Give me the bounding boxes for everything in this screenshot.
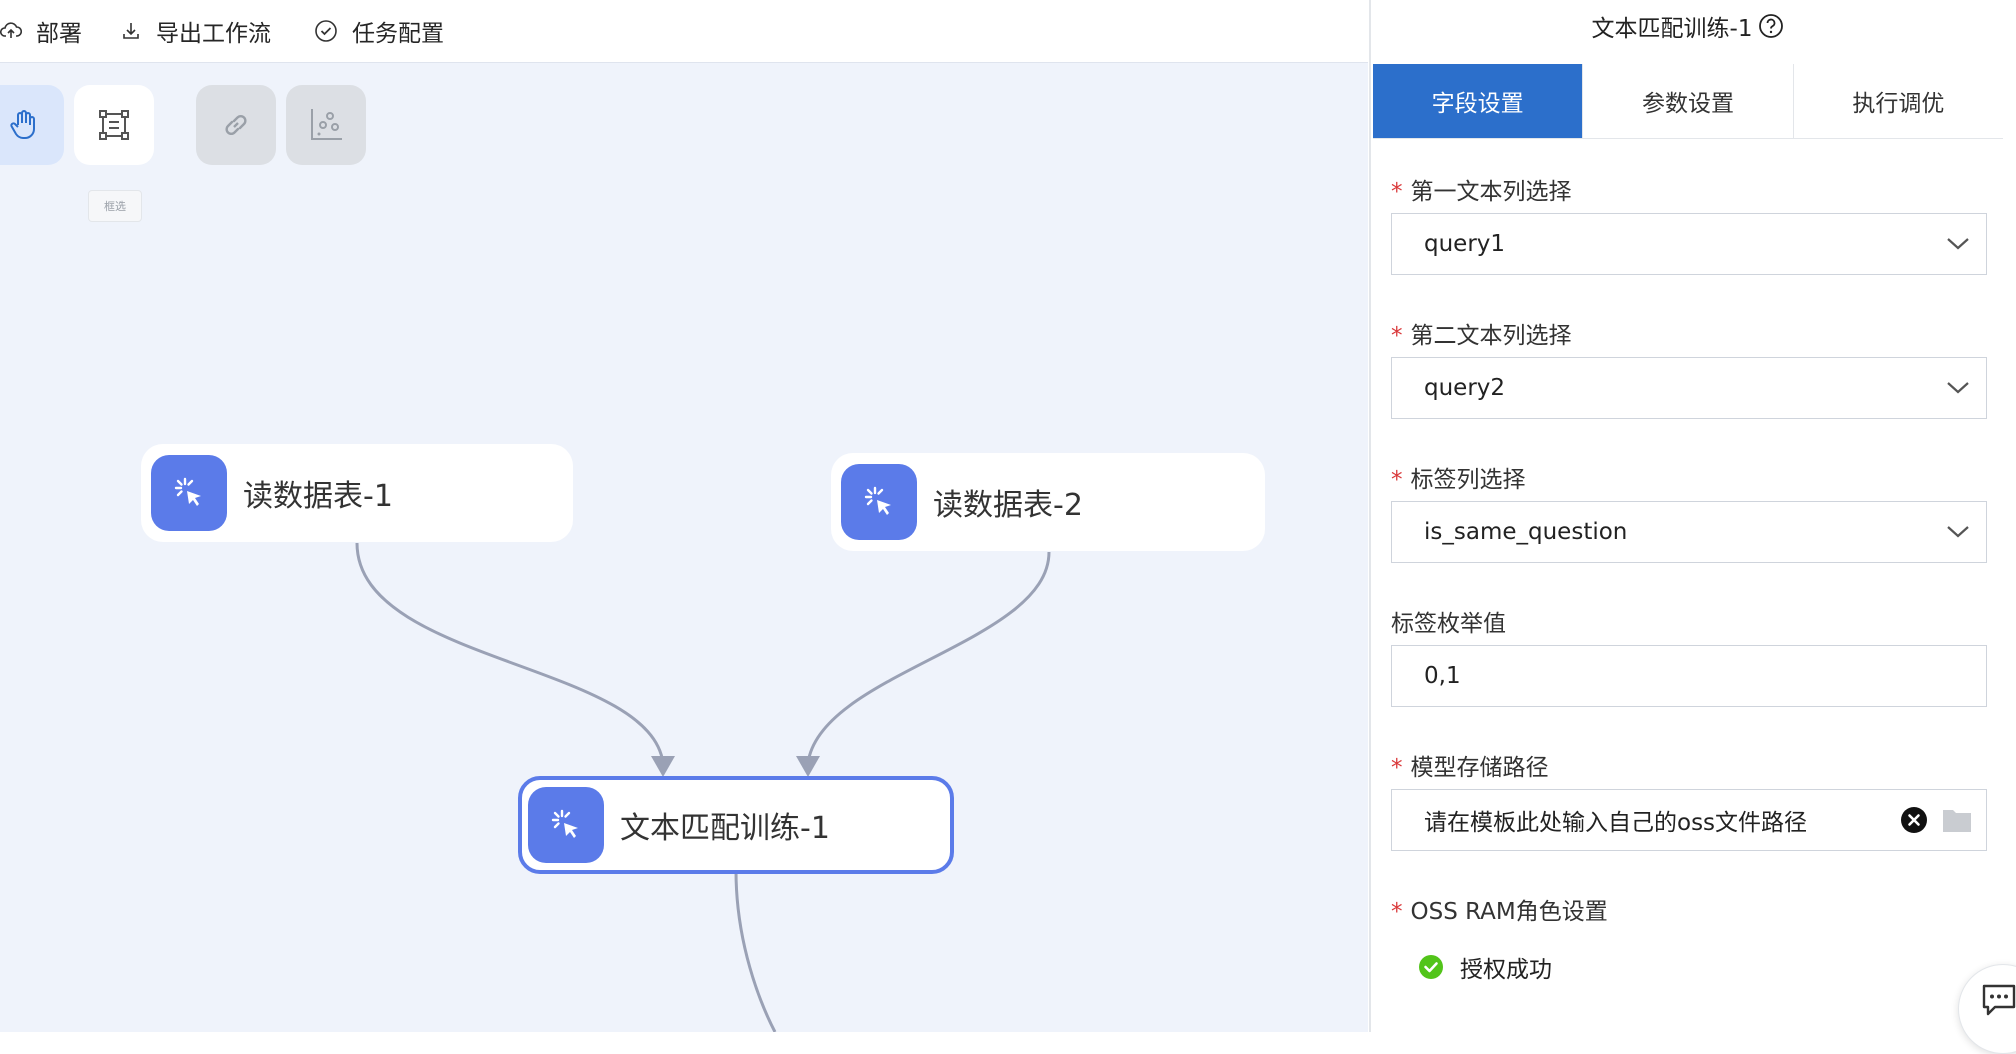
label-enum-label: 标签枚举值 <box>1391 611 1506 637</box>
chevron-down-icon <box>1946 525 1970 539</box>
task-config-label: 任务配置 <box>352 21 444 47</box>
cloud-upload-icon <box>0 20 22 42</box>
marquee-tooltip: 框选 <box>88 190 142 222</box>
label-column-label: * 标签列选择 <box>1391 467 1526 493</box>
edge-train-output <box>734 870 777 1032</box>
check-circle-icon <box>314 19 338 43</box>
hand-icon <box>6 107 42 143</box>
cursor-click-icon <box>528 787 604 863</box>
deploy-label: 部署 <box>36 21 82 47</box>
node-text-match-train-1[interactable]: 文本匹配训练-1 <box>518 776 954 874</box>
link-tool-button[interactable] <box>196 85 276 165</box>
top-toolbar: 部署 导出工作流 任务配置 <box>0 0 1368 63</box>
link-icon <box>218 107 254 143</box>
panel-tabs: 字段设置 参数设置 执行调优 <box>1373 64 2003 139</box>
download-icon <box>120 20 142 42</box>
panel-header: 文本匹配训练-1 <box>1371 0 2005 52</box>
workflow-canvas[interactable]: 框选 读数据表-1 读数据表-2 文本匹配训练-1 <box>0 63 1368 1032</box>
model-path-label: * 模型存储路径 <box>1391 755 1549 781</box>
deploy-button[interactable]: 部署 <box>0 0 82 62</box>
cursor-click-icon <box>151 455 227 531</box>
model-path-input[interactable]: 请在模板此处输入自己的oss文件路径 <box>1391 789 1987 851</box>
node-read-table-1[interactable]: 读数据表-1 <box>141 444 573 542</box>
first-text-column-select[interactable]: query1 <box>1391 213 1987 275</box>
cursor-click-icon <box>841 464 917 540</box>
scatter-plot-icon <box>306 105 346 145</box>
chevron-down-icon <box>1946 381 1970 395</box>
edge-read1-to-train <box>355 542 665 764</box>
marquee-select-icon <box>96 107 132 143</box>
success-check-icon <box>1418 954 1444 980</box>
panel-title: 文本匹配训练-1 <box>1591 16 1753 42</box>
oss-ram-role-label: * OSS RAM角色设置 <box>1391 899 1608 925</box>
label-column-select[interactable]: is_same_question <box>1391 501 1987 563</box>
node-label: 读数据表-2 <box>933 488 1083 523</box>
task-config-button[interactable]: 任务配置 <box>314 0 444 62</box>
node-read-table-2[interactable]: 读数据表-2 <box>831 453 1265 551</box>
node-label: 读数据表-1 <box>243 479 393 514</box>
pan-tool-button[interactable] <box>0 85 64 165</box>
second-text-column-label: * 第二文本列选择 <box>1391 323 1572 349</box>
authorization-status: 授权成功 <box>1418 950 1552 984</box>
clear-circle-icon[interactable] <box>1900 806 1928 834</box>
edge-arrowhead-1 <box>651 756 675 777</box>
label-enum-input[interactable]: 0,1 <box>1391 645 1987 707</box>
scatter-tool-button[interactable] <box>286 85 366 165</box>
first-text-column-label: * 第一文本列选择 <box>1391 179 1572 205</box>
tab-execution-tuning[interactable]: 执行调优 <box>1794 64 2003 138</box>
edge-arrowhead-2 <box>796 756 820 777</box>
folder-icon[interactable] <box>1942 807 1972 833</box>
marquee-select-tool-button[interactable] <box>74 85 154 165</box>
node-label: 文本匹配训练-1 <box>620 811 830 846</box>
export-workflow-label: 导出工作流 <box>156 21 271 47</box>
chat-bubble-icon <box>1981 983 2016 1017</box>
authorization-status-text: 授权成功 <box>1460 957 1552 983</box>
help-icon[interactable] <box>1758 13 1784 39</box>
chevron-down-icon <box>1946 237 1970 251</box>
properties-panel: 文本匹配训练-1 字段设置 参数设置 执行调优 * 第一文本列选择 query1 … <box>1369 0 2005 1032</box>
second-text-column-select[interactable]: query2 <box>1391 357 1987 419</box>
edge-read2-to-train <box>806 551 1051 764</box>
tab-param-settings[interactable]: 参数设置 <box>1583 64 1794 138</box>
tab-field-settings[interactable]: 字段设置 <box>1373 64 1584 138</box>
export-workflow-button[interactable]: 导出工作流 <box>120 0 271 62</box>
